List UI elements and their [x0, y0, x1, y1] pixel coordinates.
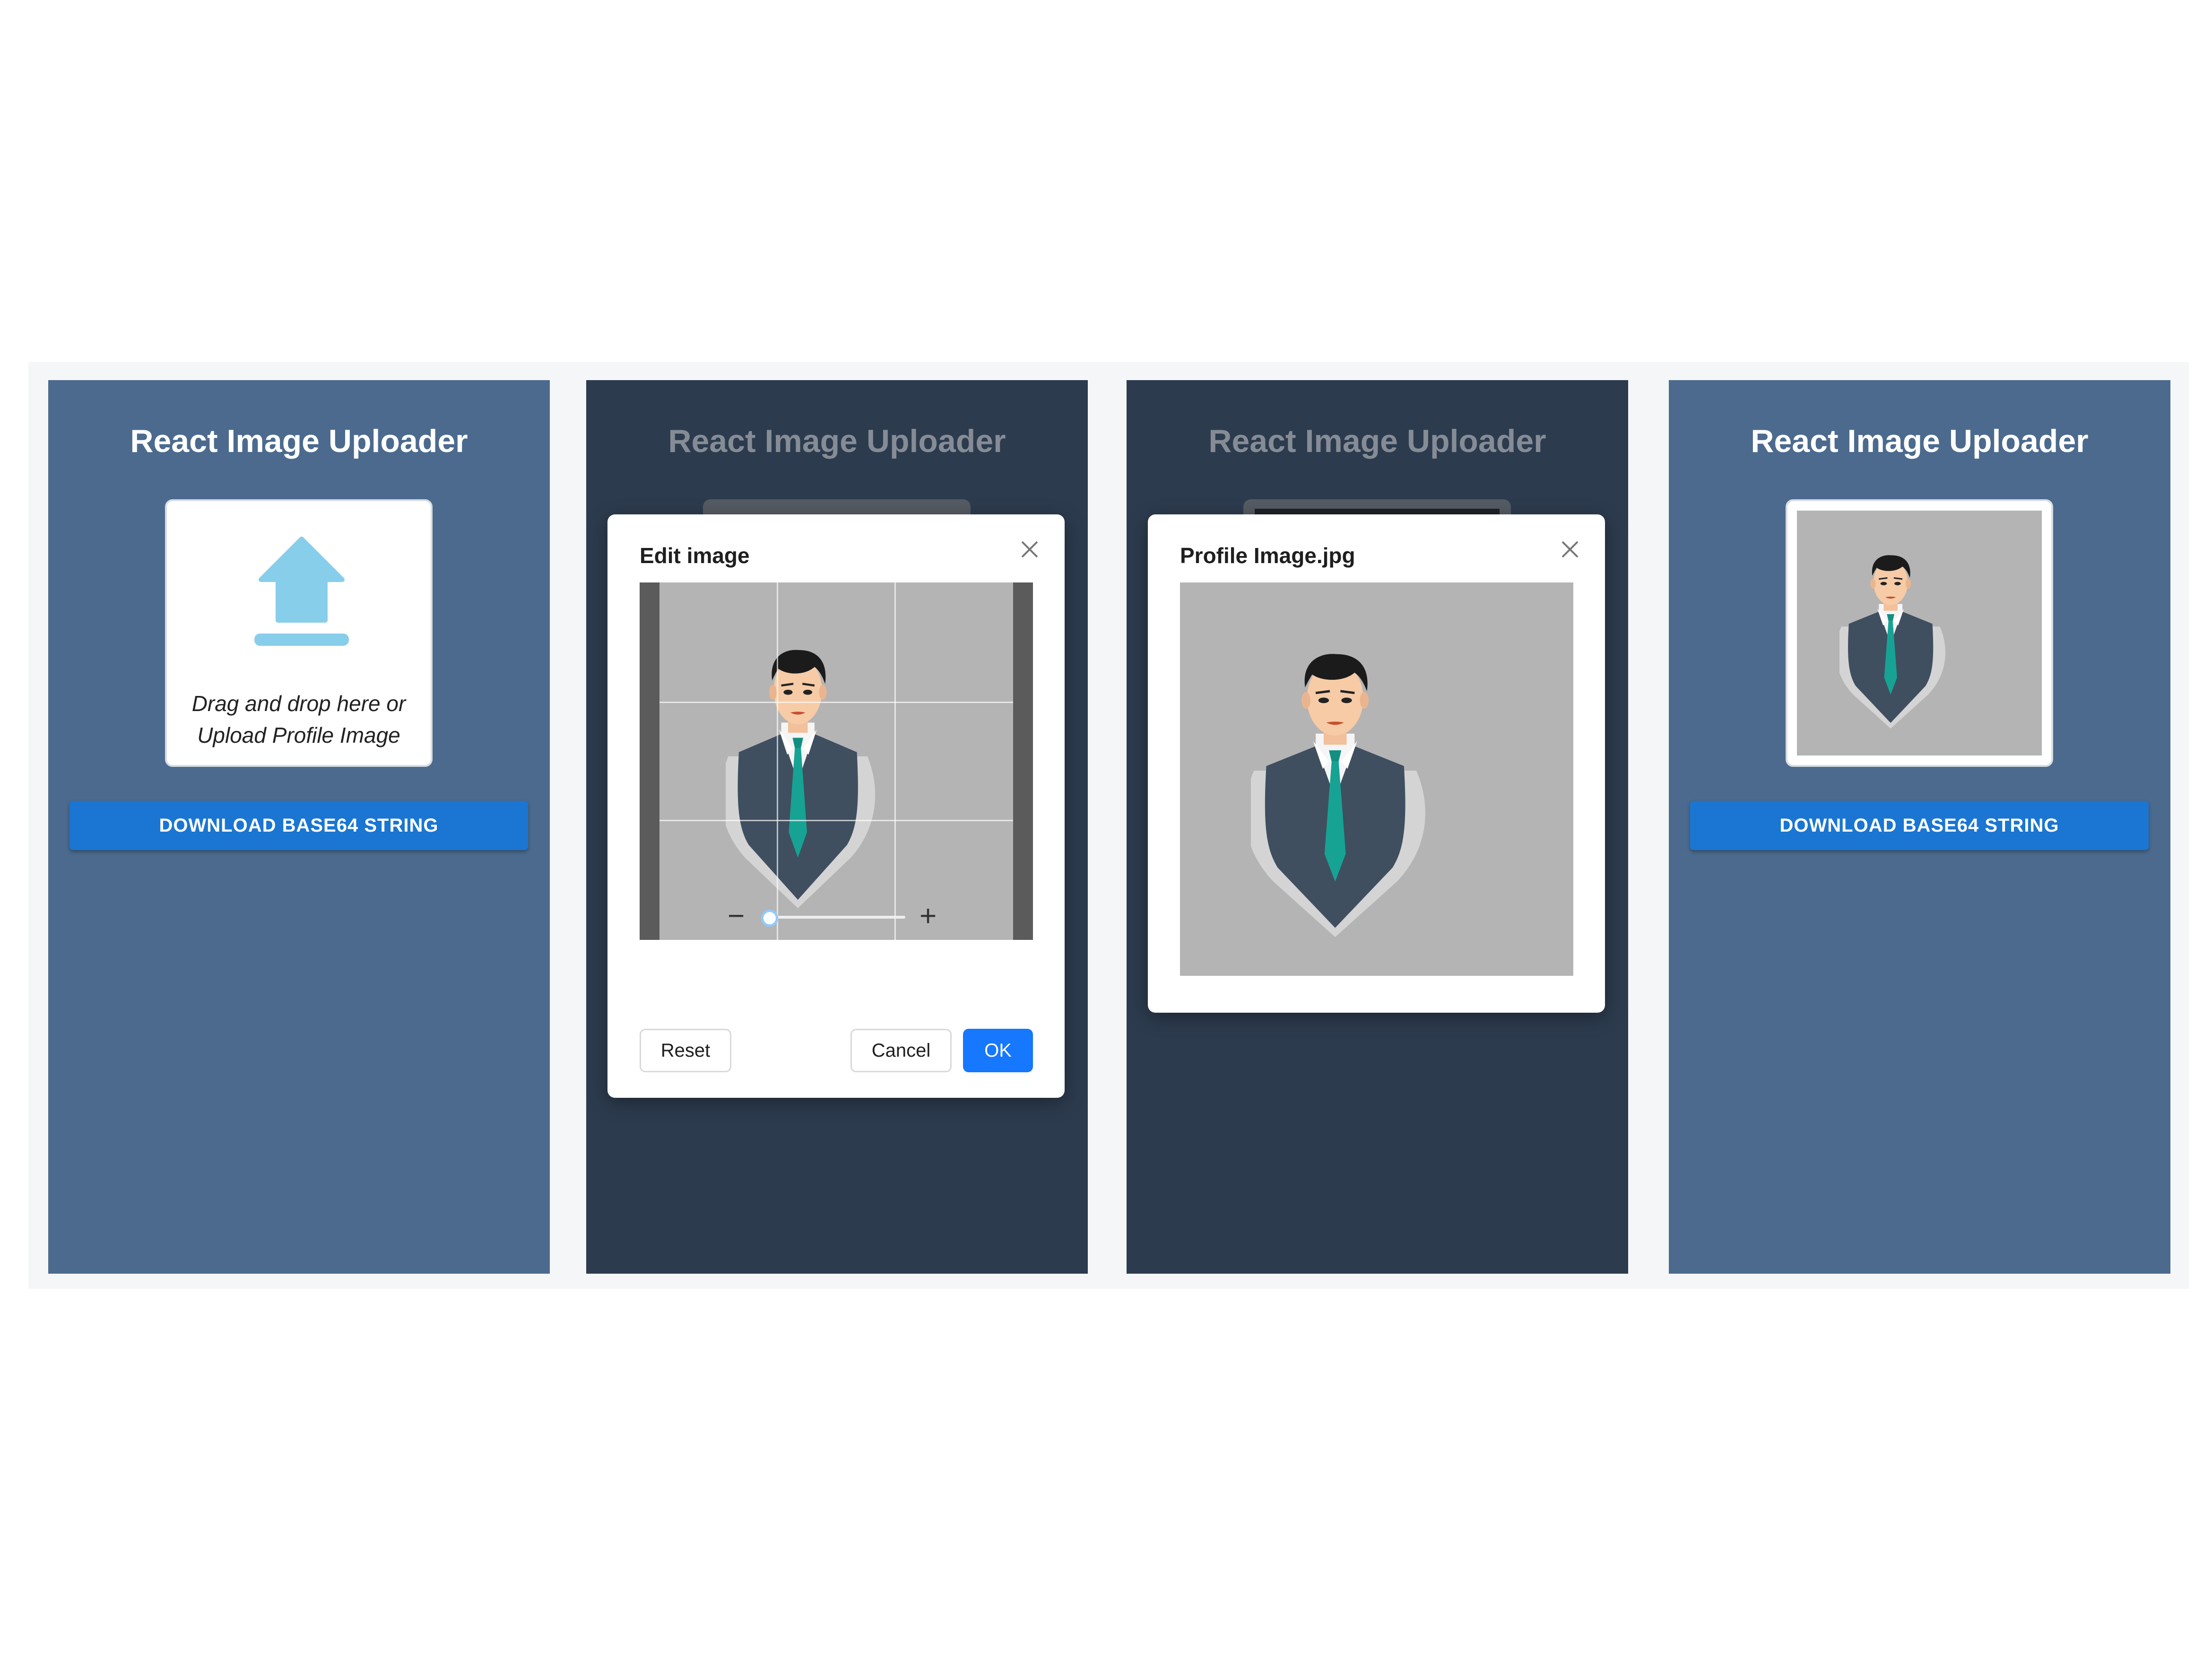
download-base64-button[interactable]: DOWNLOAD BASE64 STRING [1690, 801, 2149, 850]
uploaded-image-frame[interactable] [1786, 499, 2053, 767]
zoom-out-button[interactable]: − [728, 902, 745, 931]
crop-area[interactable] [640, 582, 1033, 940]
upload-dropzone[interactable]: Drag and drop here or Upload Profile Ima… [165, 499, 433, 767]
reset-button[interactable]: Reset [640, 1029, 731, 1072]
zoom-in-button[interactable]: + [919, 902, 937, 931]
preview-modal: Profile Image.jpg [1148, 514, 1605, 1013]
panel-upload-result: React Image Uploader DOWNLOAD BASE64 STR… [1669, 380, 2170, 1274]
profile-image [726, 598, 953, 940]
modal-title: Profile Image.jpg [1180, 543, 1355, 568]
app-title: React Image Uploader [1751, 423, 2089, 459]
upload-line-1: Drag and drop here or [191, 691, 406, 716]
close-icon[interactable] [1019, 539, 1040, 560]
zoom-slider-handle[interactable] [761, 910, 778, 927]
edit-image-modal: Edit image − + Reset Cancel OK [607, 514, 1065, 1098]
upload-line-2: Upload Profile Image [197, 723, 400, 747]
panel-edit-image: React Image Uploader Edit image − + Rese… [586, 380, 1088, 1274]
crop-image [659, 582, 1013, 940]
profile-image [1251, 597, 1516, 975]
crop-grid-line [659, 820, 1013, 821]
crop-grid-line [777, 582, 778, 940]
panel-preview-image: React Image Uploader Profile Image.jpg [1127, 380, 1628, 1274]
upload-arrow-icon [254, 537, 349, 646]
crop-grid-line [659, 702, 1013, 703]
app-title: React Image Uploader [130, 423, 468, 459]
zoom-control: − + [607, 902, 1065, 931]
preview-image-frame [1180, 582, 1573, 976]
ok-button[interactable]: OK [963, 1029, 1033, 1072]
zoom-slider-track[interactable] [763, 916, 905, 919]
profile-image [1839, 520, 2000, 752]
cancel-button[interactable]: Cancel [850, 1029, 952, 1072]
crop-grid-line [894, 582, 896, 940]
app-title: React Image Uploader [668, 423, 1006, 459]
download-base64-button[interactable]: DOWNLOAD BASE64 STRING [69, 801, 528, 850]
uploaded-image [1797, 511, 2042, 756]
upload-instructions: Drag and drop here or Upload Profile Ima… [176, 688, 421, 751]
app-title: React Image Uploader [1208, 423, 1546, 459]
close-icon[interactable] [1560, 539, 1580, 560]
panel-upload-empty: React Image Uploader Drag and drop here … [48, 380, 550, 1274]
modal-title: Edit image [640, 543, 750, 568]
